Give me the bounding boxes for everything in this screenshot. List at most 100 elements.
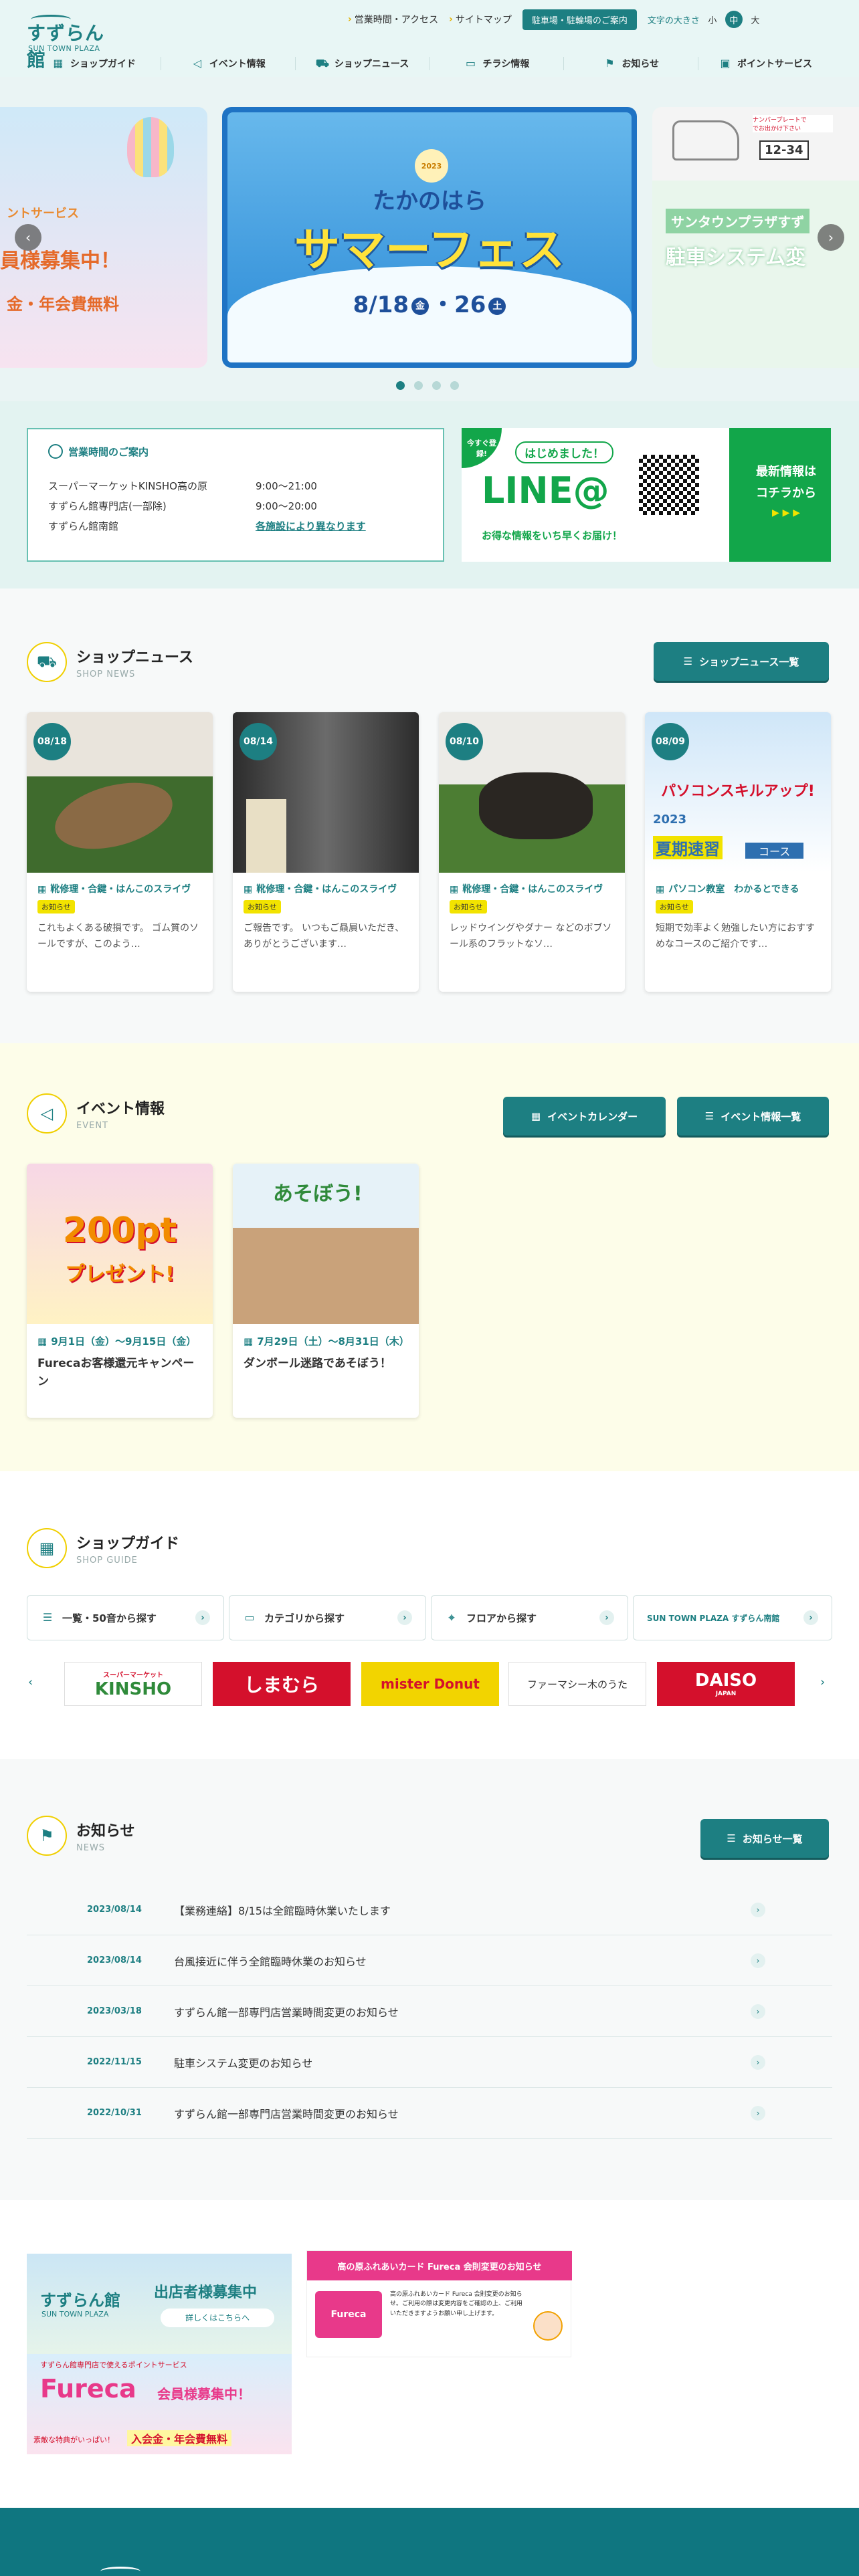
date-badge: 08/09 xyxy=(652,723,689,760)
logo-name: KINSHO xyxy=(94,1679,172,1699)
calendar-icon: ▦ xyxy=(656,884,665,895)
card-description: レッドウイングやダナー などのボブソール系のフラットなソ… xyxy=(450,922,612,950)
nav-news[interactable]: ⚑ お知らせ xyxy=(563,57,698,70)
button-label: ショップニュース一覧 xyxy=(699,655,799,668)
line-banner[interactable]: 今すぐ登録! はじめました！ LINE@ お得な情報をいち早くお届け！ 最新情報… xyxy=(462,428,831,562)
line-sub: お得な情報をいち早くお届け！ xyxy=(482,530,623,542)
event-card[interactable]: あそぼう! ▦ 7月29日（土）〜8月31日（木） ダンボール迷路であそぼう！ xyxy=(233,1164,419,1418)
nav-events[interactable]: ◁ イベント情報 xyxy=(160,57,295,70)
event-list-button[interactable]: ☰ イベント情報一覧 xyxy=(677,1097,829,1136)
search-floor-button[interactable]: ⌖ フロアから探す › xyxy=(431,1595,628,1640)
news-row[interactable]: 2023/08/14 【業務連絡】8/15は全館臨時休業いたします › xyxy=(27,1885,832,1935)
card-description: これもよくある破損です。 ゴム質のソールですが、このよう… xyxy=(37,922,199,950)
slider-dot[interactable] xyxy=(414,381,423,390)
shop-news-list-button[interactable]: ☰ ショップニュース一覧 xyxy=(654,642,829,681)
font-size-small[interactable]: 小 xyxy=(704,11,721,28)
date-badge: 08/14 xyxy=(240,723,277,760)
logo-name: DAISO xyxy=(694,1671,757,1691)
banner-logo: Fureca xyxy=(40,2374,136,2403)
nav-label: ショップガイド xyxy=(70,59,136,70)
triple-arrow-icon: ▶ ▶ ▶ xyxy=(771,507,801,518)
shop-name: 靴修理・合鍵・はんこのスライヴ xyxy=(256,884,397,895)
news-title: すずらん館一部専門店営業時間変更のお知らせ xyxy=(174,2107,399,2121)
banner-title: 出店者様募集中 xyxy=(154,2284,258,2301)
event-title: ダンボール迷路であそぼう！ xyxy=(244,1357,391,1371)
fureca-notice-banner[interactable]: 高の原ふれあいカード Fureca 会則変更のお知らせ Fureca 高の原ふれ… xyxy=(306,2250,572,2357)
shop-sign xyxy=(246,799,286,873)
hours-name: スーパーマーケットKINSHO高の原 xyxy=(48,480,207,492)
news-card[interactable]: 08/18 ▦ 靴修理・合鍵・はんこのスライヴ お知らせ これもよくある破損です。… xyxy=(27,712,213,992)
nav-label: お知らせ xyxy=(622,59,660,70)
card-image: 08/14 xyxy=(233,712,419,873)
shop-logo-pharmacy[interactable]: ファーマシー木のうた xyxy=(508,1662,646,1706)
slider-dot[interactable] xyxy=(450,381,459,390)
card-image-text: あそぼう! xyxy=(273,1182,363,1206)
nav-label: ショップニュース xyxy=(334,59,409,70)
hours-access-link[interactable]: 営業時間・アクセス xyxy=(348,13,438,26)
nav-shop-news[interactable]: ⛟ ショップニュース xyxy=(294,57,430,70)
event-calendar-button[interactable]: ▦ イベントカレンダー xyxy=(503,1097,666,1136)
carousel-prev-icon[interactable]: ‹ xyxy=(28,1675,33,1689)
chevron-right-icon: › xyxy=(751,2004,765,2019)
news-card[interactable]: パソコンスキルアップ! 2023 夏期速習 コース 08/09 ▦ パソコン教室 … xyxy=(645,712,831,992)
site-footer xyxy=(0,2508,859,2576)
font-size-medium[interactable]: 中 xyxy=(725,11,743,28)
card-logo: Fureca xyxy=(330,2309,367,2320)
megaphone-icon: ◁ xyxy=(193,57,201,70)
slide-text: 金・年会費無料 xyxy=(7,295,119,314)
shop-news-section: ⛟ ショップニュース SHOP NEWS ☰ ショップニュース一覧 08/18 ▦ 靴… xyxy=(0,588,859,1043)
button-label: お知らせ一覧 xyxy=(742,1832,803,1845)
next-slide-button[interactable]: › xyxy=(818,224,844,251)
news-row[interactable]: 2023/03/18 すずらん館一部専門店営業時間変更のお知らせ › xyxy=(27,1986,832,2037)
shop-logo-misterdonut[interactable]: mister Donut xyxy=(361,1662,499,1706)
event-card[interactable]: 200pt プレゼント! ▦ 9月1日（金）〜9月15日（金） Furecaお客様… xyxy=(27,1164,213,1418)
fureca-banner[interactable]: すずらん館専門店で使えるポイントサービス Fureca 会員様募集中！ 素敵な特… xyxy=(27,2354,292,2454)
card-image-text: 200pt xyxy=(62,1210,177,1251)
prev-slide-button[interactable]: ‹ xyxy=(15,224,41,251)
search-all-button[interactable]: ☰ 一覧・50音から探す › xyxy=(27,1595,224,1640)
sitemap-link[interactable]: サイトマップ xyxy=(449,13,512,26)
parking-button[interactable]: 駐車場・駐輪場のご案内 xyxy=(522,9,637,30)
hero-slider: ントサービス 員様募集中！ 金・年会費無料 2023 たかのはら サマーフェス … xyxy=(0,77,859,401)
button-label: カテゴリから探す xyxy=(264,1612,345,1624)
list-icon: ☰ xyxy=(727,1832,736,1844)
tenant-recruit-banner[interactable]: すずらん館 SUN TOWN PLAZA 出店者様募集中 詳しくはこちらへ xyxy=(27,2254,292,2354)
nav-flyers[interactable]: ▭ チラシ情報 xyxy=(429,57,563,70)
dow-badge: 土 xyxy=(488,297,506,315)
shop-logo-shimamura[interactable]: しまむら xyxy=(213,1662,351,1706)
chevron-right-icon: › xyxy=(195,1610,210,1625)
news-card[interactable]: 08/14 ▦ 靴修理・合鍵・はんこのスライヴ お知らせ ご報告です。 いつもご贔… xyxy=(233,712,419,992)
shop-logo-kinsho[interactable]: スーパーマーケット KINSHO xyxy=(64,1662,202,1706)
slider-dot[interactable] xyxy=(396,381,405,390)
slide-summer-fest[interactable]: 2023 たかのはら サマーフェス 8/18 金・26 土 xyxy=(222,107,637,368)
hours-detail-link[interactable]: 各施設により異なります xyxy=(256,516,366,536)
hours-row: すずらん館専門店(一部除) 9:00〜20:00 xyxy=(48,496,366,516)
news-row[interactable]: 2022/10/31 すずらん館一部専門店営業時間変更のお知らせ › xyxy=(27,2088,832,2139)
carousel-next-icon[interactable]: › xyxy=(820,1675,825,1689)
search-category-button[interactable]: ▭ カテゴリから探す › xyxy=(229,1595,426,1640)
card-image: 08/18 xyxy=(27,712,213,873)
site-logo[interactable]: すずらん館 SUN TOWN PLAZA xyxy=(27,15,107,71)
hours-time: 9:00〜20:00 xyxy=(256,500,317,512)
south-building-button[interactable]: SUN TOWN PLAZA すずらん南館 › xyxy=(633,1595,832,1640)
nav-label: ポイントサービス xyxy=(737,59,813,70)
info-section: 営業時間のご案内 スーパーマーケットKINSHO高の原 9:00〜21:00 すず… xyxy=(0,401,859,588)
nav-shop-guide[interactable]: ▦ ショップガイド xyxy=(27,57,161,70)
shop-logo-daiso[interactable]: DAISO JAPAN xyxy=(657,1662,795,1706)
news-list-button[interactable]: ☰ お知らせ一覧 xyxy=(700,1819,829,1858)
nav-points[interactable]: ▣ ポイントサービス xyxy=(698,57,832,70)
news-card[interactable]: 08/10 ▦ 靴修理・合鍵・はんこのスライヴ お知らせ レッドウイングやダナー … xyxy=(439,712,625,992)
banner-title: 高の原ふれあいカード Fureca 会則変更のお知らせ xyxy=(307,2251,572,2280)
slide-title-main: サマーフェス xyxy=(294,224,565,277)
calendar-icon: ▦ xyxy=(27,1528,67,1568)
slide-title-top: たかのはら xyxy=(373,188,486,215)
year-badge: 2023 xyxy=(415,149,448,183)
news-row[interactable]: 2023/08/14 台風接近に伴う全館臨時休業のお知らせ › xyxy=(27,1935,832,1986)
news-row[interactable]: 2022/11/15 駐車システム変更のお知らせ › xyxy=(27,2037,832,2088)
slider-dot[interactable] xyxy=(432,381,441,390)
hours-name: すずらん館専門店(一部除) xyxy=(48,500,167,512)
font-size-large[interactable]: 大 xyxy=(747,11,764,28)
chevron-right-icon: › xyxy=(803,1610,818,1625)
button-label: イベントカレンダー xyxy=(547,1110,638,1123)
card-image-text: 夏期速習 xyxy=(653,836,723,859)
